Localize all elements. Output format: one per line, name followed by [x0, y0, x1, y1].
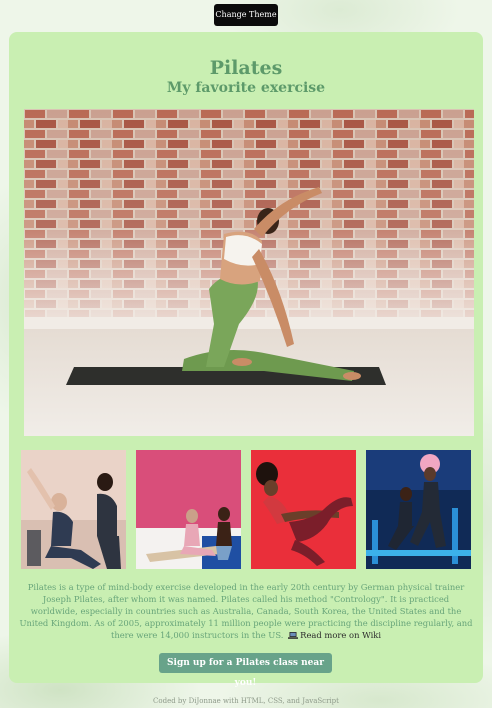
wiki-link[interactable]: Read more on Wiki: [286, 630, 381, 640]
laptop-icon: [288, 632, 299, 640]
page-subtitle: My favorite exercise: [166, 80, 326, 96]
hero-image: [24, 109, 474, 436]
author-link[interactable]: DiJonnae: [189, 697, 221, 705]
gallery-image-2: [136, 450, 241, 569]
gallery-image-1: [21, 450, 126, 569]
description-text: Pilates is a type of mind-body exercise …: [19, 582, 473, 641]
change-theme-button[interactable]: Change Theme: [214, 4, 278, 26]
gallery-image-4: [366, 450, 471, 569]
footer-suffix: with HTML, CSS, and JavaScript: [220, 697, 339, 705]
pilates-description: Pilates is a type of mind-body exercise …: [19, 581, 473, 641]
wiki-link-label: Read more on Wiki: [300, 630, 382, 641]
footer-credit: Coded by DiJonnae with HTML, CSS, and Ja…: [0, 696, 492, 706]
signup-button[interactable]: Sign up for a Pilates class near you!: [159, 653, 332, 688]
page-title: Pilates: [209, 57, 283, 79]
content-card: Pilates My favorite exercise Pilates is …: [9, 32, 483, 688]
footer-prefix: Coded by: [153, 697, 189, 705]
gallery-image-3: [251, 450, 356, 569]
